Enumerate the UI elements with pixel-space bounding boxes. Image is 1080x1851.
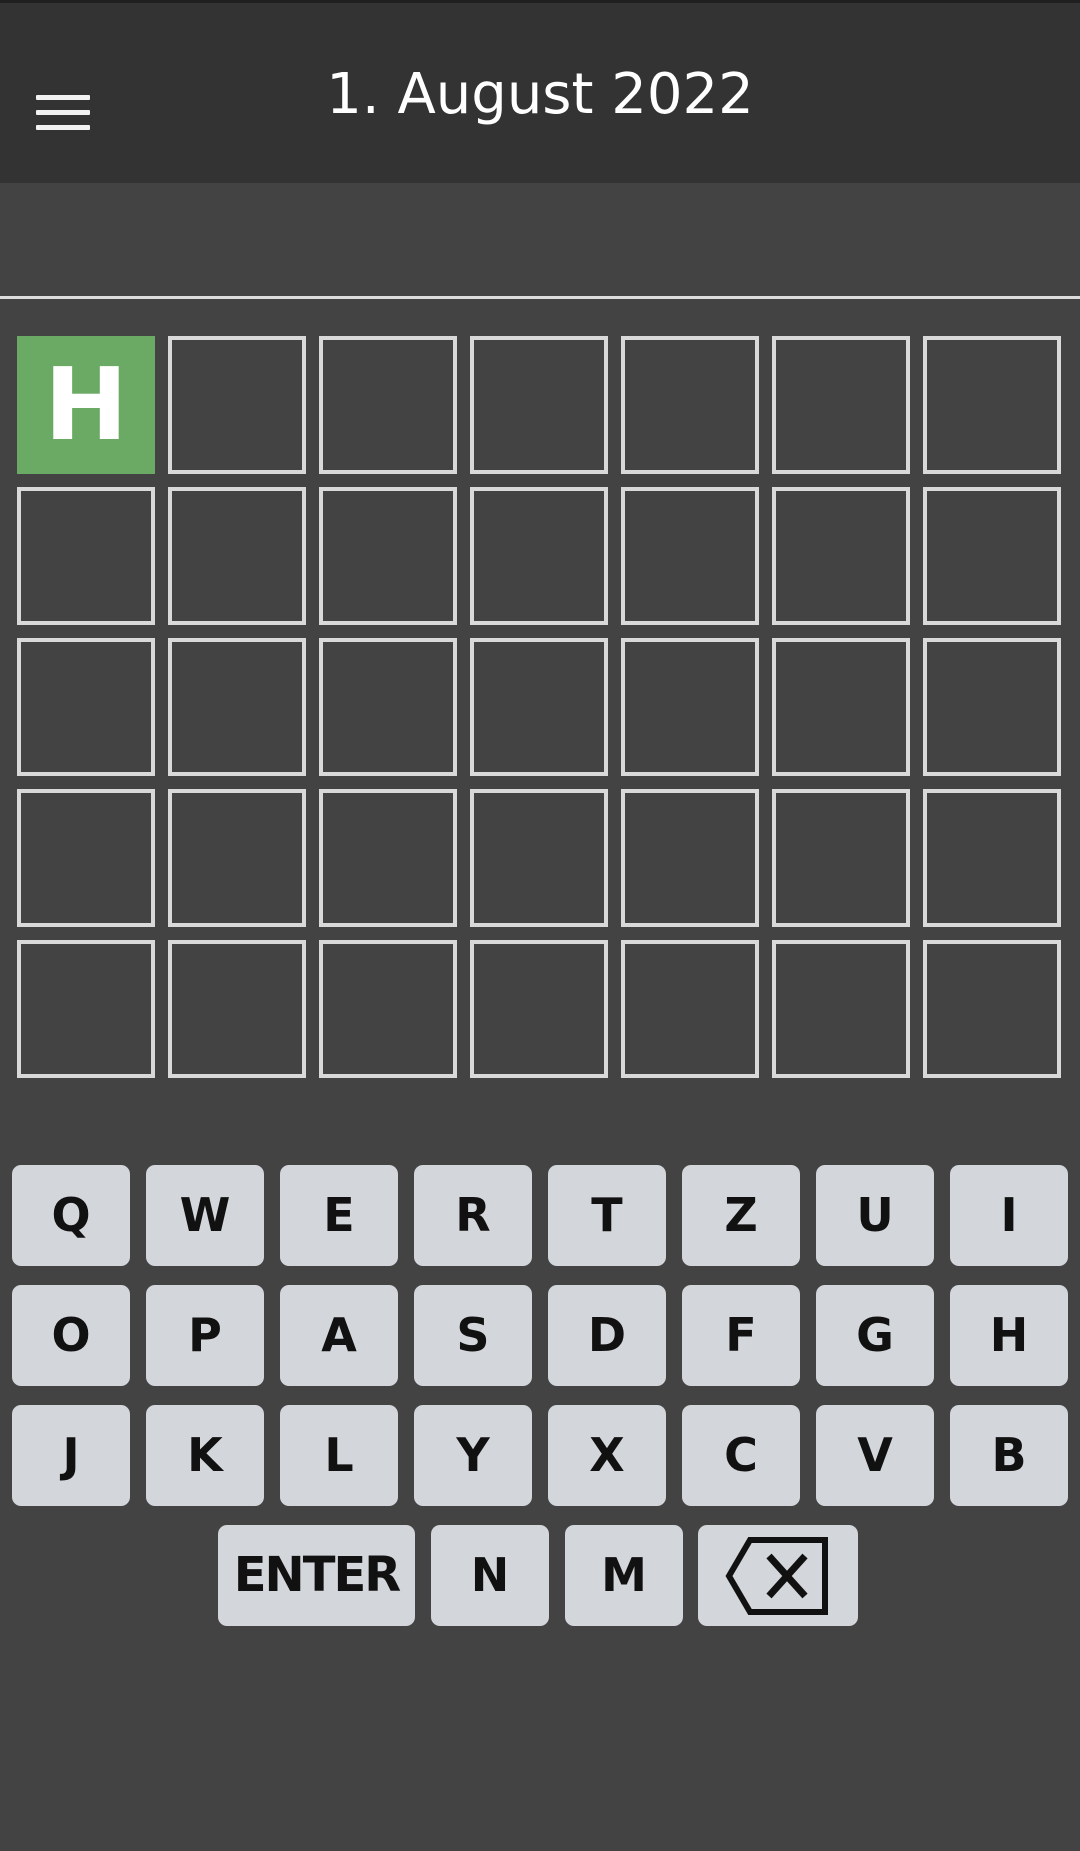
board-tile bbox=[470, 789, 608, 927]
board-tile bbox=[168, 638, 306, 776]
key-s[interactable]: S bbox=[414, 1285, 532, 1386]
key-z[interactable]: Z bbox=[682, 1165, 800, 1266]
key-c[interactable]: C bbox=[682, 1405, 800, 1506]
key-w[interactable]: W bbox=[146, 1165, 264, 1266]
board-tile bbox=[168, 789, 306, 927]
header-bar: 1. August 2022 bbox=[0, 3, 1080, 183]
key-d[interactable]: D bbox=[548, 1285, 666, 1386]
key-u[interactable]: U bbox=[816, 1165, 934, 1266]
key-j[interactable]: J bbox=[12, 1405, 130, 1506]
board-tile bbox=[772, 789, 910, 927]
board-tile bbox=[319, 638, 457, 776]
board-tile bbox=[923, 789, 1061, 927]
key-g[interactable]: G bbox=[816, 1285, 934, 1386]
message-area bbox=[0, 183, 1080, 296]
board-tile bbox=[621, 789, 759, 927]
enter-key[interactable]: ENTER bbox=[218, 1525, 415, 1626]
key-p[interactable]: P bbox=[146, 1285, 264, 1386]
key-x[interactable]: X bbox=[548, 1405, 666, 1506]
key-y[interactable]: Y bbox=[414, 1405, 532, 1506]
board-tile bbox=[470, 638, 608, 776]
key-q[interactable]: Q bbox=[12, 1165, 130, 1266]
key-i[interactable]: I bbox=[950, 1165, 1068, 1266]
board-tile bbox=[772, 487, 910, 625]
board-tile bbox=[470, 940, 608, 1078]
board-tile bbox=[923, 940, 1061, 1078]
key-k[interactable]: K bbox=[146, 1405, 264, 1506]
key-m[interactable]: M bbox=[565, 1525, 683, 1626]
hamburger-menu-icon[interactable] bbox=[36, 95, 90, 131]
backspace-icon bbox=[725, 1536, 828, 1615]
board-tile bbox=[470, 336, 608, 474]
board-tile bbox=[168, 487, 306, 625]
board-tile bbox=[17, 940, 155, 1078]
board-tile bbox=[772, 638, 910, 776]
board-tile bbox=[923, 487, 1061, 625]
board-tile bbox=[772, 940, 910, 1078]
board-tile bbox=[470, 487, 608, 625]
board-tile bbox=[772, 336, 910, 474]
key-a[interactable]: A bbox=[280, 1285, 398, 1386]
key-o[interactable]: O bbox=[12, 1285, 130, 1386]
board-tile: H bbox=[17, 336, 155, 474]
board-tile bbox=[621, 638, 759, 776]
board-tile bbox=[319, 940, 457, 1078]
board-tile bbox=[17, 638, 155, 776]
page-title: 1. August 2022 bbox=[326, 62, 754, 127]
board-tile bbox=[319, 789, 457, 927]
board-tile bbox=[168, 940, 306, 1078]
key-h[interactable]: H bbox=[950, 1285, 1068, 1386]
board-tile bbox=[621, 940, 759, 1078]
key-e[interactable]: E bbox=[280, 1165, 398, 1266]
key-r[interactable]: R bbox=[414, 1165, 532, 1266]
key-n[interactable]: N bbox=[431, 1525, 549, 1626]
key-f[interactable]: F bbox=[682, 1285, 800, 1386]
board-tile bbox=[17, 789, 155, 927]
key-l[interactable]: L bbox=[280, 1405, 398, 1506]
board-tile bbox=[319, 336, 457, 474]
key-v[interactable]: V bbox=[816, 1405, 934, 1506]
key-b[interactable]: B bbox=[950, 1405, 1068, 1506]
backspace-key[interactable] bbox=[698, 1525, 858, 1626]
board-tile bbox=[621, 336, 759, 474]
board-tile bbox=[923, 336, 1061, 474]
board-tile bbox=[319, 487, 457, 625]
board-tile bbox=[923, 638, 1061, 776]
board-tile bbox=[17, 487, 155, 625]
board-tile bbox=[621, 487, 759, 625]
divider bbox=[0, 296, 1080, 299]
board-tile bbox=[168, 336, 306, 474]
key-t[interactable]: T bbox=[548, 1165, 666, 1266]
